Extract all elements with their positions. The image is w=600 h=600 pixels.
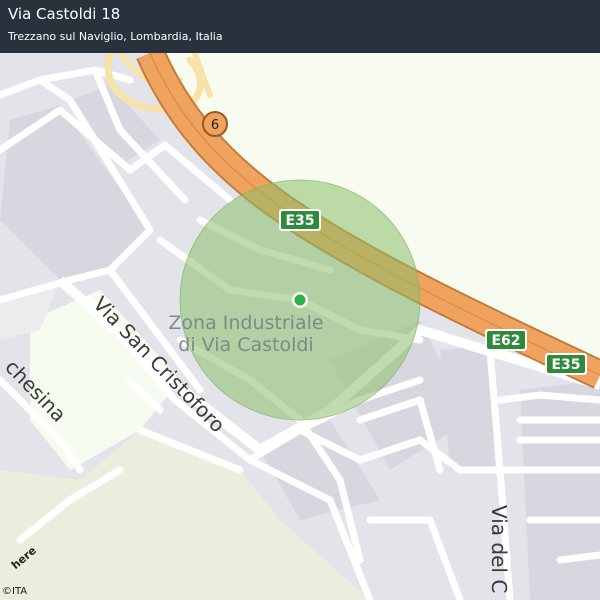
area-label-line2: di Via Castoldi (178, 334, 313, 356)
e62-shield: E62 (485, 329, 527, 351)
map-canvas[interactable]: Via San Cristoforo chesina Via del C Zon… (0, 0, 600, 600)
svg-text:E35: E35 (285, 213, 314, 229)
svg-text:E62: E62 (491, 333, 520, 349)
location-header: Via Castoldi 18 Trezzano sul Naviglio, L… (0, 0, 600, 53)
location-title: Via Castoldi 18 (8, 5, 121, 23)
location-marker[interactable] (294, 294, 306, 306)
svg-text:E35: E35 (551, 357, 580, 373)
route-6-shield: 6 (202, 111, 228, 137)
e35-shield-right: E35 (545, 353, 587, 375)
copyright-notice: ©ITA (2, 586, 28, 597)
road-label-via-del: Via del C (487, 505, 511, 593)
area-label-line1: Zona Industriale (168, 312, 323, 334)
e35-shield-top: E35 (279, 209, 321, 231)
svg-text:6: 6 (211, 118, 219, 133)
location-subtitle: Trezzano sul Naviglio, Lombardia, Italia (8, 30, 223, 43)
